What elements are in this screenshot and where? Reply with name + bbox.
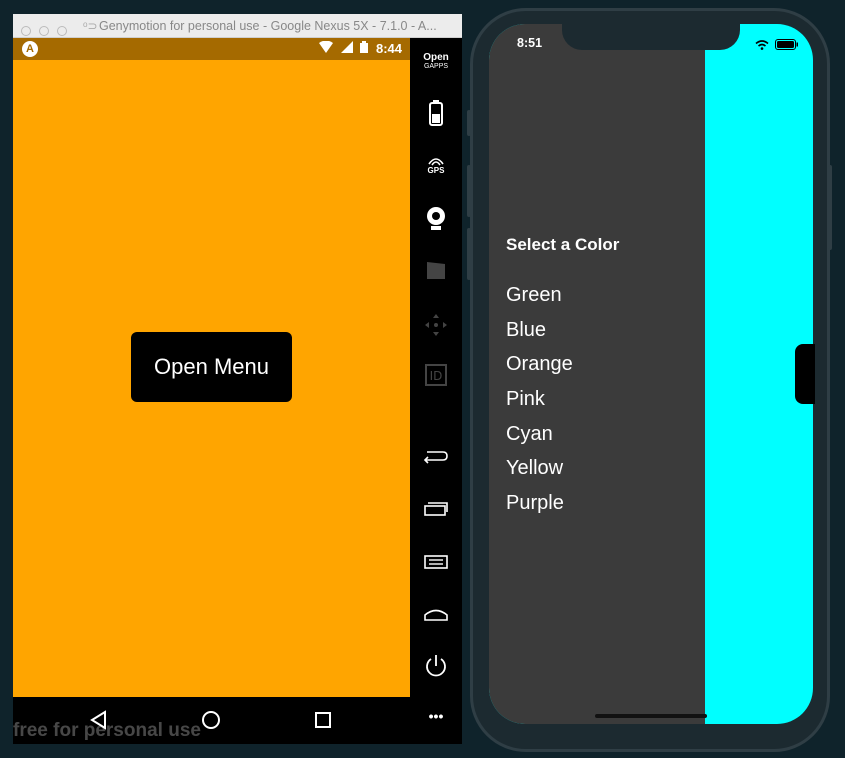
wifi-icon xyxy=(755,39,769,50)
gps-icon xyxy=(428,158,444,166)
signal-icon xyxy=(340,41,357,56)
remote-control-button[interactable] xyxy=(410,313,462,337)
genymotion-logo-icon: ᵒ⊃ xyxy=(83,19,98,33)
genymotion-toolbar: Open GAPPS GPS ID ••• xyxy=(410,38,462,744)
back-button[interactable] xyxy=(410,448,462,464)
ios-status-time: 8:51 xyxy=(517,36,543,50)
volume-down-button[interactable] xyxy=(467,228,471,280)
app-notification-icon: A xyxy=(22,41,38,57)
ios-status-icons xyxy=(755,36,799,54)
back-icon xyxy=(423,451,448,464)
media-button[interactable] xyxy=(410,260,462,280)
color-option-pink[interactable]: Pink xyxy=(506,386,573,421)
iphone-notch xyxy=(562,24,740,50)
recent-apps-button[interactable] xyxy=(410,501,462,517)
webcam-button[interactable] xyxy=(410,206,462,230)
more-icon[interactable]: ••• xyxy=(410,708,462,724)
move-icon xyxy=(425,314,447,336)
home-nav-button[interactable] xyxy=(198,707,224,733)
home-button[interactable] xyxy=(410,606,462,622)
color-option-blue[interactable]: Blue xyxy=(506,317,573,352)
color-option-yellow[interactable]: Yellow xyxy=(506,455,573,490)
color-option-cyan[interactable]: Cyan xyxy=(506,421,573,456)
opengapps-sublabel: GAPPS xyxy=(423,63,449,70)
window-title: Genymotion for personal use - Google Nex… xyxy=(99,19,437,33)
android-status-bar: A 8:44 xyxy=(13,38,410,60)
color-option-green[interactable]: Green xyxy=(506,282,573,317)
gps-label: GPS xyxy=(427,166,445,175)
power-icon xyxy=(426,655,446,677)
device-id-button[interactable]: ID xyxy=(410,364,462,386)
power-button[interactable] xyxy=(410,653,462,679)
webcam-icon xyxy=(427,207,445,230)
battery-icon xyxy=(775,39,798,51)
close-window-button[interactable] xyxy=(21,26,31,36)
menu-button[interactable] xyxy=(410,554,462,570)
color-list: Green Blue Orange Pink Cyan Yellow Purpl… xyxy=(506,282,573,525)
drawer-edge-handle xyxy=(795,344,815,404)
side-power-button[interactable] xyxy=(828,165,832,250)
color-option-purple[interactable]: Purple xyxy=(506,490,573,525)
side-drawer: 8:51 Select a Color Green Blue Orange Pi… xyxy=(489,24,705,724)
wifi-icon xyxy=(319,40,337,56)
window-controls xyxy=(21,20,75,37)
menu-icon xyxy=(424,555,448,569)
gps-button[interactable]: GPS xyxy=(410,156,462,175)
home-icon xyxy=(424,609,448,621)
genymotion-window: ᵒ⊃ Genymotion for personal use - Google … xyxy=(13,14,462,744)
clapper-icon xyxy=(427,262,445,279)
color-option-orange[interactable]: Orange xyxy=(506,351,573,386)
app-content: Open Menu xyxy=(13,60,410,697)
mute-switch[interactable] xyxy=(467,110,471,136)
status-right: 8:44 xyxy=(315,38,402,60)
maximize-window-button[interactable] xyxy=(57,26,67,36)
id-label: ID xyxy=(430,369,443,383)
battery-icon xyxy=(429,100,443,126)
battery-button[interactable] xyxy=(410,100,462,126)
iphone-screen: 8:51 Select a Color Green Blue Orange Pi… xyxy=(489,24,813,724)
watermark-text: free for personal use xyxy=(13,720,201,741)
android-screen: A 8:44 Open Menu xyxy=(13,38,410,744)
battery-status-icon xyxy=(360,41,372,56)
volume-up-button[interactable] xyxy=(467,165,471,217)
opengapps-label: Open xyxy=(423,52,449,63)
id-icon: ID xyxy=(425,364,447,386)
drawer-title: Select a Color xyxy=(506,235,620,254)
opengapps-button[interactable]: Open GAPPS xyxy=(410,53,462,71)
status-time: 8:44 xyxy=(375,41,402,56)
recents-icon xyxy=(424,502,448,516)
minimize-window-button[interactable] xyxy=(39,26,49,36)
window-titlebar: ᵒ⊃ Genymotion for personal use - Google … xyxy=(13,14,462,38)
open-menu-button[interactable]: Open Menu xyxy=(131,332,292,402)
recents-nav-button[interactable] xyxy=(310,707,336,733)
home-indicator[interactable] xyxy=(595,714,707,718)
